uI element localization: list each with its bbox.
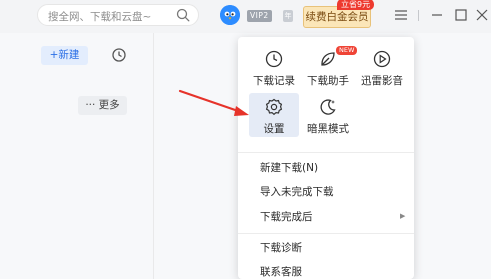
more-button[interactable]: ··· 更多	[78, 96, 127, 115]
tool-dark-mode[interactable]: 暗黑模式	[303, 93, 353, 137]
new-badge: NEW	[336, 46, 358, 55]
close-icon[interactable]	[475, 8, 489, 22]
left-panel: +新建 ··· 更多	[0, 33, 154, 279]
search-box[interactable]: 搜全网、下载和云盘~	[37, 4, 199, 26]
menu-divider	[238, 233, 414, 234]
vip-year-badge: 年	[283, 10, 293, 22]
submenu-arrow-icon: ▶	[400, 212, 406, 220]
tool-label: 设置	[263, 123, 285, 135]
promo-tag: 立省9元	[337, 0, 375, 10]
bird-mascot-icon	[220, 5, 240, 25]
history-icon	[265, 50, 283, 68]
main-menu-dropdown: 下载记录 下载助手 NEW 迅雷影音 设置 暗黑模式 新建下载(N) 导入未完成…	[238, 37, 414, 279]
tool-label: 下载记录	[253, 75, 295, 87]
search-input[interactable]: 搜全网、下载和云盘~	[48, 9, 151, 24]
menu-divider	[238, 152, 414, 153]
history-icon[interactable]	[111, 47, 127, 63]
maximize-icon[interactable]	[454, 8, 468, 22]
avatar[interactable]	[220, 5, 240, 25]
vip-level-badge[interactable]: VIP2	[247, 10, 272, 22]
menu-item-diagnosis[interactable]: 下载诊断	[260, 240, 302, 255]
menu-item-customer-service[interactable]: 联系客服	[260, 264, 302, 279]
titlebar-divider	[418, 10, 419, 21]
tool-label: 下载助手	[307, 75, 349, 87]
minimize-icon[interactable]	[430, 8, 444, 22]
menu-item-import-unfinished[interactable]: 导入未完成下载	[260, 184, 334, 199]
search-icon[interactable]	[176, 8, 190, 22]
title-bar: 搜全网、下载和云盘~ VIP2 年 续费白金会员 立省9元	[0, 0, 491, 33]
tool-download-history[interactable]: 下载记录	[249, 45, 299, 89]
tool-settings[interactable]: 设置	[249, 93, 299, 137]
tool-label: 暗黑模式	[307, 123, 349, 135]
menu-icon[interactable]	[394, 8, 408, 22]
player-icon	[373, 50, 391, 68]
gear-icon	[265, 98, 283, 116]
new-task-button[interactable]: +新建	[41, 46, 88, 65]
menu-item-new-download[interactable]: 新建下载(N)	[260, 160, 318, 175]
tool-label: 迅雷影音	[361, 75, 403, 87]
menu-item-after-download[interactable]: 下载完成后	[260, 209, 313, 224]
moon-icon	[320, 99, 336, 115]
helper-icon	[321, 52, 335, 66]
tool-xunlei-player[interactable]: 迅雷影音	[357, 45, 407, 89]
